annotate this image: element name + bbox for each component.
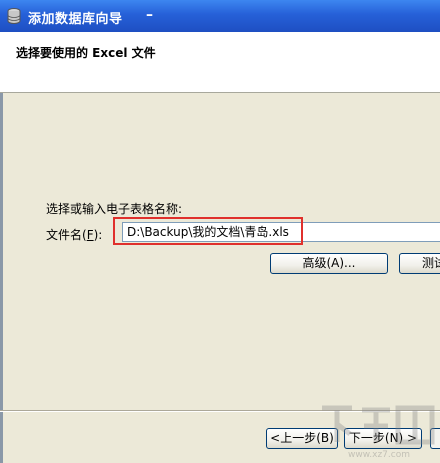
file-label-suffix: ):: [93, 228, 103, 242]
file-label-prefix: 文件名(: [46, 228, 87, 242]
watermark-logo: www.xz7.com: [312, 398, 440, 462]
wizard-window: 添加数据库向导 – 选择要使用的 Excel 文件 选择或输入电子表格名称: 文…: [0, 0, 440, 463]
watermark-text: www.xz7.com: [348, 450, 410, 460]
window-left-border: [0, 93, 3, 463]
window-title: 添加数据库向导: [28, 12, 123, 27]
database-icon: [7, 8, 21, 24]
test-button[interactable]: 测试: [399, 253, 440, 274]
minimize-button[interactable]: –: [146, 7, 153, 23]
page-heading: 选择要使用的 Excel 文件: [16, 46, 156, 60]
file-name-input[interactable]: D:\Backup\我的文档\青岛.xls: [122, 222, 440, 242]
title-bar: 添加数据库向导 –: [0, 0, 440, 32]
file-name-label: 文件名(F):: [46, 226, 102, 243]
spreadsheet-prompt-label: 选择或输入电子表格名称:: [46, 202, 183, 216]
download-logo-icon: [322, 405, 435, 445]
advanced-button[interactable]: 高级(A)...: [270, 253, 388, 274]
file-label-accesskey: F: [86, 228, 94, 242]
wizard-header: 选择要使用的 Excel 文件: [0, 32, 440, 93]
